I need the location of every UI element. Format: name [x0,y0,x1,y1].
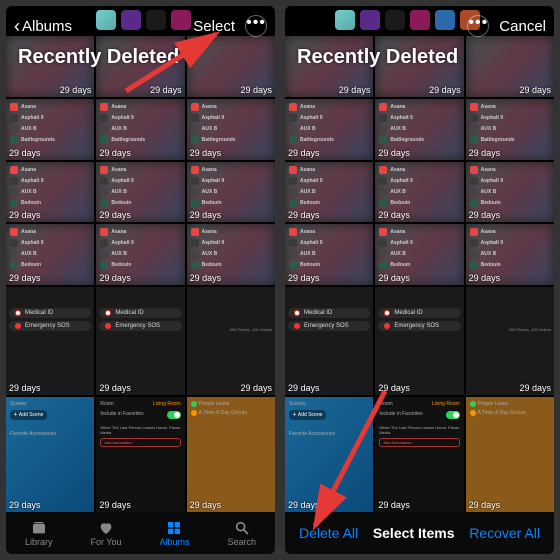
navbar: ‹ Albums Select ••• [6,6,275,46]
select-button[interactable]: Select [193,18,235,35]
select-items-label: Select Items [373,525,455,541]
delete-all-button[interactable]: Delete All [299,525,358,541]
selection-toolbar: Delete All Select Items Recover All [285,512,554,554]
thumb[interactable]: AsanaAsphalt 9AUX BBedouin29 days [375,224,463,285]
tab-search[interactable]: Search [227,520,256,547]
phone-left-screenshot: ‹ Albums Select ••• Recently Deleted 29 … [6,6,275,554]
thumb[interactable]: AsanaAsphalt 9AUX BBedouin29 days [375,162,463,223]
thumb[interactable]: AsanaAsphalt 9AUX BBattlegrounds29 days [187,99,275,160]
thumb[interactable]: AsanaAsphalt 9AUX BBedouin29 days [96,162,184,223]
thumb[interactable]: AsanaAsphalt 9AUX BBattlegrounds29 days [466,99,554,160]
tab-albums[interactable]: Albums [159,520,189,547]
thumb[interactable]: AsanaAsphalt 9AUX BBedouin29 days [466,162,554,223]
photo-grid: 29 days 29 days 29 days AsanaAsphalt 9AU… [285,36,554,512]
more-button[interactable]: ••• [467,15,489,37]
thumb[interactable]: Medical IDEmergency SOS29 days [285,287,373,395]
more-button[interactable]: ••• [245,15,267,37]
thumb[interactable]: AsanaAsphalt 9AUX BBedouin29 days [285,162,373,223]
thumb[interactable]: AsanaAsphalt 9AUX BBattlegrounds29 days [96,99,184,160]
thumb[interactable]: 505 Photos, 100 Videos29 days [187,287,275,395]
photo-grid: 29 days 29 days 29 days AsanaAsphalt 9AU… [6,36,275,512]
thumb[interactable]: AsanaAsphalt 9AUX BBattlegrounds29 days [375,99,463,160]
thumb[interactable]: Medical IDEmergency SOS29 days [375,287,463,395]
thumb[interactable]: RoomLiving RoomInclude in FavoritesWhen … [96,397,184,512]
thumb[interactable]: AsanaAsphalt 9AUX BBedouin29 days [466,224,554,285]
thumb[interactable]: RoomLiving RoomInclude in FavoritesWhen … [375,397,463,512]
recover-all-button[interactable]: Recover All [469,525,540,541]
chevron-left-icon: ‹ [14,16,20,37]
thumb[interactable]: People LeaveA Time of Day Occurs29 days [466,397,554,512]
tab-foryou[interactable]: For You [90,520,121,547]
back-button[interactable]: ‹ Albums [14,16,72,37]
thumb[interactable]: AsanaAsphalt 9AUX BBattlegrounds29 days [6,99,94,160]
thumb[interactable]: 505 Photos, 100 Videos29 days [466,287,554,395]
thumb[interactable]: AsanaAsphalt 9AUX BBedouin29 days [187,224,275,285]
tab-bar: Library For You Albums Search [6,512,275,554]
thumb[interactable]: AsanaAsphalt 9AUX BBedouin29 days [187,162,275,223]
thumb[interactable]: AsanaAsphalt 9AUX BBedouin29 days [6,162,94,223]
back-label: Albums [22,18,72,35]
phone-right-screenshot: ••• Cancel Recently Deleted 29 days 29 d… [285,6,554,554]
cancel-button[interactable]: Cancel [499,18,546,35]
thumb[interactable]: AsanaAsphalt 9AUX BBedouin29 days [6,224,94,285]
page-title: Recently Deleted [297,46,458,69]
thumb[interactable]: AsanaAsphalt 9AUX BBedouin29 days [96,224,184,285]
thumb[interactable]: AsanaAsphalt 9AUX BBattlegrounds29 days [285,99,373,160]
thumb[interactable]: Medical IDEmergency SOS29 days [6,287,94,395]
thumb[interactable]: Scenes+ Add SceneFavorite Accessories29 … [6,397,94,512]
tab-library[interactable]: Library [25,520,53,547]
thumb[interactable]: AsanaAsphalt 9AUX BBedouin29 days [285,224,373,285]
navbar: ••• Cancel [285,6,554,46]
page-title: Recently Deleted [18,46,179,69]
thumb[interactable]: Medical IDEmergency SOS29 days [96,287,184,395]
thumb[interactable]: People LeaveA Time of Day Occurs29 days [187,397,275,512]
thumb[interactable]: Scenes+ Add SceneFavorite Accessories29 … [285,397,373,512]
